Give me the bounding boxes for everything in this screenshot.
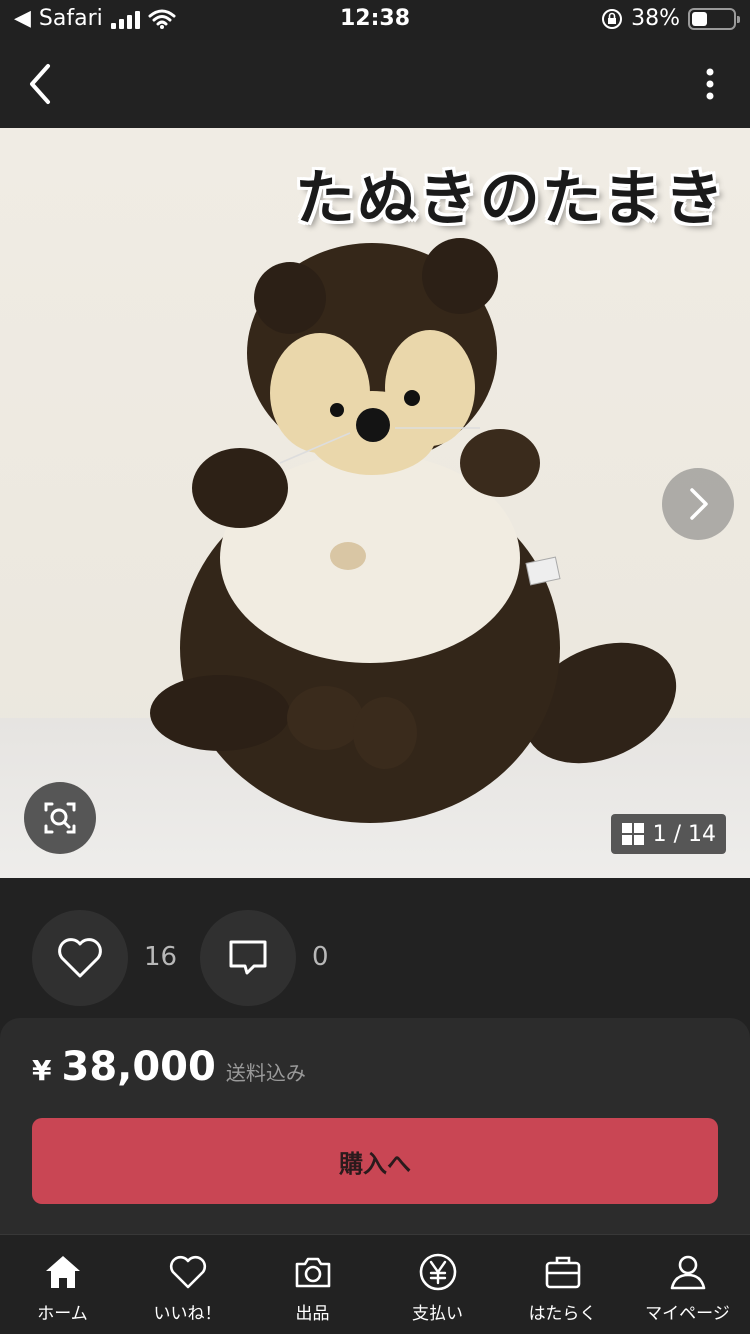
tab-home-label: ホーム: [37, 1304, 88, 1324]
comment-icon: [229, 940, 267, 975]
battery-fill: [692, 11, 707, 26]
price-row: ¥ 38,000 送料込み: [32, 1044, 306, 1090]
heart-icon: [58, 938, 102, 978]
battery-icon: [688, 7, 740, 30]
back-button[interactable]: [20, 58, 64, 110]
camera-icon: [295, 1257, 330, 1288]
tab-work-label: はたらく: [528, 1304, 597, 1324]
purchase-panel: ¥ 38,000 送料込み 購入へ: [0, 1018, 750, 1234]
image-search-button[interactable]: [24, 782, 96, 854]
nav-bar: [0, 40, 750, 128]
tab-mypage-label: マイページ: [645, 1304, 730, 1324]
comment-button[interactable]: [200, 910, 296, 1006]
chevron-left-icon: [30, 64, 50, 104]
heart-icon: [169, 1255, 206, 1289]
visual-search-icon: [44, 802, 76, 834]
orientation-lock-icon: [602, 8, 623, 29]
image-counter-label: 1 / 14: [652, 821, 716, 847]
tab-home[interactable]: ホーム: [0, 1235, 125, 1334]
chevron-right-icon: [690, 488, 708, 520]
yen-icon: [419, 1253, 456, 1291]
tab-mypage[interactable]: マイページ: [625, 1235, 750, 1334]
buy-button[interactable]: 購入へ: [32, 1118, 718, 1204]
tab-bar: ホーム いいね！ 出品 支払い はたらく マイページ: [0, 1234, 750, 1334]
tab-likes-label: いいね！: [153, 1304, 222, 1324]
tab-work[interactable]: はたらく: [500, 1235, 625, 1334]
tab-payment-label: 支払い: [412, 1304, 463, 1324]
like-count: 16: [144, 942, 178, 972]
more-vertical-icon: [706, 68, 714, 100]
product-image[interactable]: たぬきのたまき 1 / 14: [0, 128, 750, 878]
battery-percent: 38%: [631, 6, 680, 31]
user-icon: [670, 1255, 705, 1290]
comment-count: 0: [312, 942, 329, 972]
price-currency: ¥: [32, 1054, 52, 1087]
tab-payment[interactable]: 支払い: [375, 1235, 500, 1334]
grid-icon: [621, 823, 644, 845]
image-counter[interactable]: 1 / 14: [610, 814, 726, 854]
like-button[interactable]: [32, 910, 128, 1006]
more-options-button[interactable]: [700, 64, 720, 104]
tab-likes[interactable]: いいね！: [125, 1235, 250, 1334]
next-image-button[interactable]: [662, 468, 734, 540]
tab-sell[interactable]: 出品: [250, 1235, 375, 1334]
home-icon: [45, 1256, 80, 1288]
status-right: 38%: [601, 6, 740, 31]
tanuki-plush-illustration: [150, 238, 677, 823]
price-value: 38,000: [61, 1044, 216, 1090]
hero-title-overlay: たぬきのたまき: [295, 164, 726, 234]
shipping-note: 送料込み: [225, 1061, 306, 1085]
item-actions: 16 0: [0, 878, 750, 1018]
briefcase-icon: [545, 1256, 580, 1289]
tab-sell-label: 出品: [295, 1304, 330, 1324]
status-bar: ◀ Safari 12:38 38%: [0, 0, 750, 40]
